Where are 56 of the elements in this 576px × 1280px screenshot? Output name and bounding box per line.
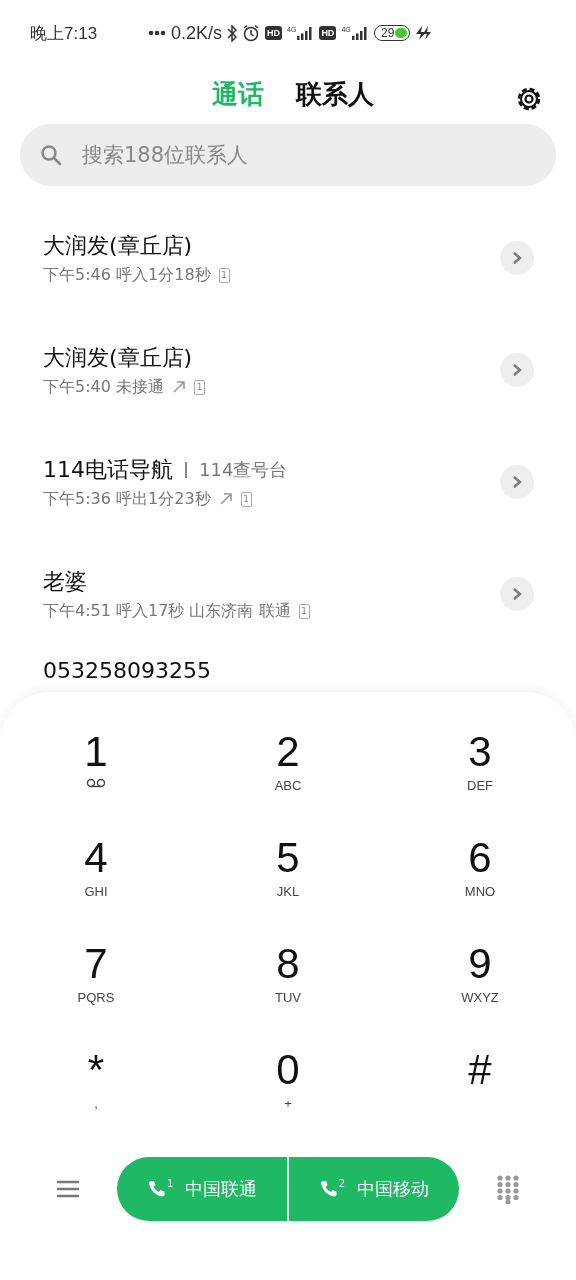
dial-key[interactable]: 0 + bbox=[238, 1046, 338, 1144]
dial-key[interactable]: 9 WXYZ bbox=[430, 940, 530, 1038]
chevron-right-icon bbox=[511, 587, 523, 601]
contact-name: 老婆 bbox=[43, 567, 87, 596]
dial-key[interactable]: 1 bbox=[46, 728, 146, 826]
tab[interactable]: 联系人 bbox=[296, 76, 374, 112]
call-log-item[interactable]: 114电话导航 114查号台 下午5:36 呼出1分23秒 1 bbox=[0, 426, 576, 538]
sim-badge: 1 bbox=[240, 491, 252, 507]
dialpad-icon[interactable] bbox=[496, 1174, 520, 1204]
contact-name: 大润发(章丘店) bbox=[43, 343, 193, 372]
call-log-item[interactable]: 大润发(章丘店) 下午5:46 呼入1分18秒 1 bbox=[0, 202, 576, 314]
search-bar[interactable]: 搜索188位联系人 bbox=[20, 124, 556, 186]
dots-icon bbox=[148, 30, 166, 36]
bluetooth-icon bbox=[227, 24, 238, 42]
network-speed: 0.2K/s bbox=[171, 22, 223, 44]
dial-key[interactable]: # bbox=[430, 1046, 530, 1144]
alarm-icon bbox=[242, 24, 261, 42]
search-input[interactable]: 搜索188位联系人 bbox=[80, 142, 536, 168]
details-button[interactable] bbox=[500, 241, 534, 275]
dial-key[interactable]: 6 MNO bbox=[430, 834, 530, 932]
chevron-right-icon bbox=[511, 251, 523, 265]
call-log-item[interactable]: 老婆 下午4:51 呼入17秒 山东济南 联通 1 bbox=[0, 538, 576, 650]
dial-key[interactable]: 2 ABC bbox=[238, 728, 338, 826]
call-log-item[interactable]: 大润发(章丘店) 下午5:40 未接通 1 bbox=[0, 314, 576, 426]
dial-key[interactable]: * , bbox=[46, 1046, 146, 1144]
contact-name: 114电话导航 bbox=[43, 455, 173, 484]
hd-badge: HD bbox=[265, 26, 283, 40]
chevron-right-icon bbox=[511, 363, 523, 377]
call-details: 下午4:51 呼入17秒 山东济南 联通 bbox=[43, 600, 291, 622]
dial-key[interactable]: 5 JKL bbox=[238, 834, 338, 932]
signal-icon bbox=[296, 26, 315, 40]
sim-badge: 1 bbox=[298, 603, 310, 619]
sim-badge: 1 bbox=[218, 267, 230, 283]
call-log-item[interactable]: 053258093255 bbox=[0, 650, 576, 716]
charging-icon bbox=[414, 26, 431, 40]
call-details: 下午5:36 呼出1分23秒 bbox=[43, 488, 211, 510]
status-time: 晚上7:13 bbox=[30, 22, 99, 45]
signal-icon bbox=[350, 26, 369, 40]
details-button[interactable] bbox=[500, 577, 534, 611]
contact-name: 053258093255 bbox=[43, 658, 211, 683]
dial-key[interactable]: 3 DEF bbox=[430, 728, 530, 826]
dial-key[interactable]: 7 PQRS bbox=[46, 940, 146, 1038]
menu-icon[interactable] bbox=[56, 1179, 80, 1199]
chevron-right-icon bbox=[511, 475, 523, 489]
dial-key[interactable]: 8 TUV bbox=[238, 940, 338, 1038]
search-icon bbox=[40, 144, 62, 166]
sim-badge: 1 bbox=[194, 379, 205, 395]
contact-name: 大润发(章丘店) bbox=[43, 231, 193, 260]
contact-label: 114查号台 bbox=[199, 457, 288, 482]
call-details: 下午5:46 呼入1分18秒 bbox=[43, 264, 211, 286]
hd-badge: HD bbox=[319, 26, 337, 40]
details-button[interactable] bbox=[500, 353, 534, 387]
call-details: 下午5:40 未接通 bbox=[43, 376, 164, 398]
voicemail-icon bbox=[86, 778, 106, 788]
details-button[interactable] bbox=[500, 465, 534, 499]
dial-key[interactable]: 4 GHI bbox=[46, 834, 146, 932]
